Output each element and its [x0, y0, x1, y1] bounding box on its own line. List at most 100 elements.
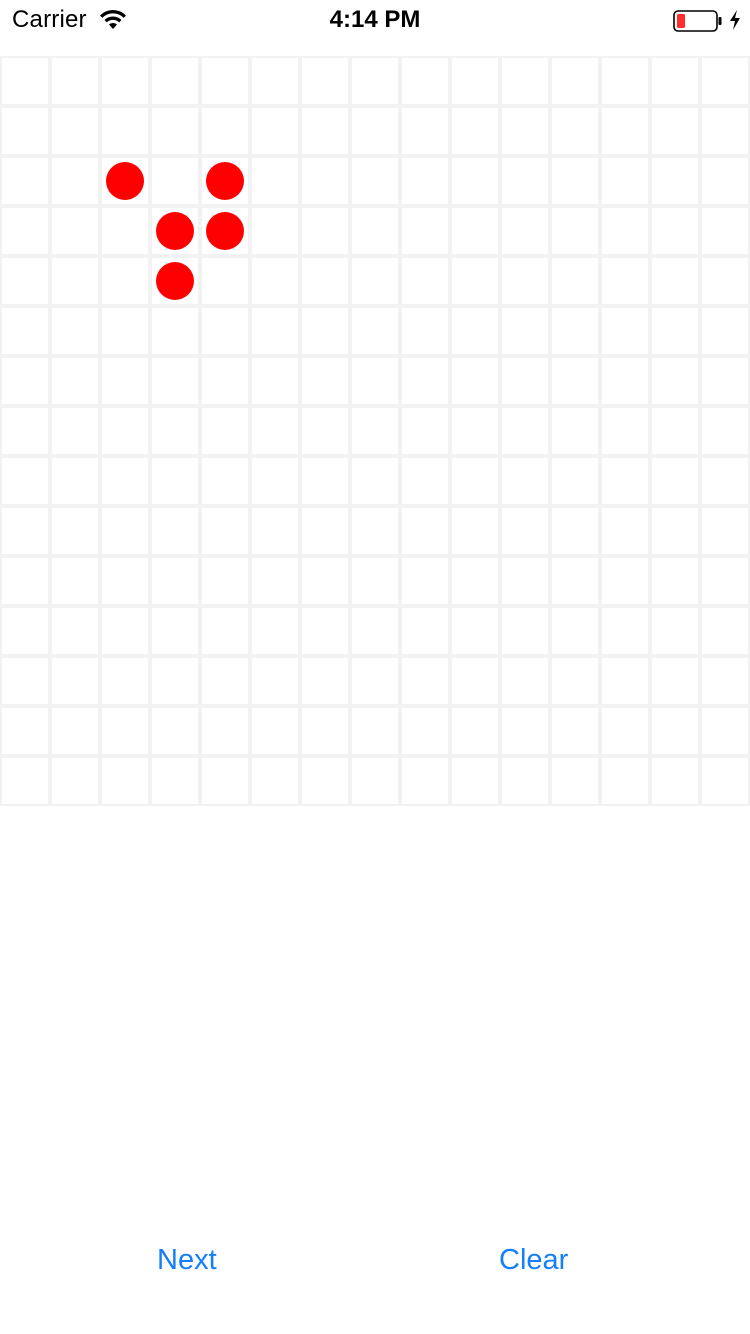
board-cell[interactable]: [700, 306, 750, 356]
board-cell[interactable]: [500, 556, 550, 606]
board-cell[interactable]: [200, 106, 250, 156]
board-cell[interactable]: [450, 106, 500, 156]
board-cell[interactable]: [500, 306, 550, 356]
board-cell[interactable]: [250, 756, 300, 806]
board-cell[interactable]: [450, 306, 500, 356]
board-cell[interactable]: [450, 456, 500, 506]
board-cell[interactable]: [500, 756, 550, 806]
board-cell[interactable]: [600, 656, 650, 706]
board-cell[interactable]: [700, 506, 750, 556]
board-cell[interactable]: [0, 56, 50, 106]
board-cell[interactable]: [50, 456, 100, 506]
board-cell[interactable]: [50, 506, 100, 556]
board-cell[interactable]: [100, 306, 150, 356]
board-cell[interactable]: [500, 456, 550, 506]
board-cell[interactable]: [450, 656, 500, 706]
board-cell[interactable]: [400, 506, 450, 556]
board-cell[interactable]: [350, 106, 400, 156]
board-cell[interactable]: [150, 356, 200, 406]
board-cell[interactable]: [0, 456, 50, 506]
board-cell[interactable]: [150, 106, 200, 156]
board-cell[interactable]: [100, 456, 150, 506]
board-cell[interactable]: [300, 56, 350, 106]
board-cell[interactable]: [250, 156, 300, 206]
board-cell[interactable]: [0, 556, 50, 606]
board-cell[interactable]: [450, 206, 500, 256]
board-cell[interactable]: [650, 606, 700, 656]
board-cell[interactable]: [350, 556, 400, 606]
board-cell[interactable]: [0, 206, 50, 256]
board-cell[interactable]: [350, 506, 400, 556]
board-cell[interactable]: [700, 206, 750, 256]
board-cell[interactable]: [150, 606, 200, 656]
board-cell[interactable]: [500, 106, 550, 156]
board-cell[interactable]: [550, 356, 600, 406]
board-cell[interactable]: [200, 656, 250, 706]
board-cell[interactable]: [300, 556, 350, 606]
board-cell[interactable]: [500, 706, 550, 756]
board-cell[interactable]: [50, 306, 100, 356]
board-cell[interactable]: [650, 56, 700, 106]
board-cell[interactable]: [150, 156, 200, 206]
board-cell[interactable]: [500, 206, 550, 256]
board-cell[interactable]: [100, 356, 150, 406]
board-cell[interactable]: [600, 156, 650, 206]
board-cell[interactable]: [550, 606, 600, 656]
board-cell[interactable]: [450, 406, 500, 456]
board-cell[interactable]: [600, 356, 650, 406]
live-cell-dot[interactable]: [156, 212, 194, 250]
board-cell[interactable]: [200, 456, 250, 506]
board-cell[interactable]: [500, 256, 550, 306]
board-cell[interactable]: [150, 756, 200, 806]
board-cell[interactable]: [0, 656, 50, 706]
board-cell[interactable]: [650, 556, 700, 606]
board-cell[interactable]: [250, 206, 300, 256]
board-cell[interactable]: [600, 756, 650, 806]
board-cell[interactable]: [150, 706, 200, 756]
board-cell[interactable]: [400, 656, 450, 706]
board-cell[interactable]: [650, 306, 700, 356]
board-cell[interactable]: [200, 256, 250, 306]
live-cell-dot[interactable]: [106, 162, 144, 200]
board-cell[interactable]: [150, 456, 200, 506]
board-cell[interactable]: [300, 656, 350, 706]
board-cell[interactable]: [350, 156, 400, 206]
board-cell[interactable]: [450, 356, 500, 406]
board-cell[interactable]: [500, 356, 550, 406]
board-cell[interactable]: [400, 306, 450, 356]
board-cell[interactable]: [50, 156, 100, 206]
board-cell[interactable]: [100, 206, 150, 256]
board-cell[interactable]: [400, 706, 450, 756]
board-cell[interactable]: [400, 606, 450, 656]
board-cell[interactable]: [100, 256, 150, 306]
board-cell[interactable]: [200, 556, 250, 606]
board-cell[interactable]: [650, 256, 700, 306]
board-cell[interactable]: [400, 356, 450, 406]
board-cell[interactable]: [250, 656, 300, 706]
board-cell[interactable]: [50, 406, 100, 456]
board-cell[interactable]: [300, 456, 350, 506]
board-cell[interactable]: [550, 456, 600, 506]
board-cell[interactable]: [450, 706, 500, 756]
board-cell[interactable]: [50, 606, 100, 656]
board-cell[interactable]: [400, 206, 450, 256]
board-cell[interactable]: [350, 56, 400, 106]
board-cell[interactable]: [150, 406, 200, 456]
board-cell[interactable]: [100, 656, 150, 706]
board-cell[interactable]: [650, 456, 700, 506]
board-cell[interactable]: [500, 156, 550, 206]
board-cell[interactable]: [600, 56, 650, 106]
board-cell[interactable]: [600, 456, 650, 506]
board-cell[interactable]: [100, 556, 150, 606]
board-cell[interactable]: [300, 306, 350, 356]
board-cell[interactable]: [450, 756, 500, 806]
board-cell[interactable]: [150, 556, 200, 606]
board-cell[interactable]: [550, 556, 600, 606]
board-cell[interactable]: [550, 656, 600, 706]
board-cell[interactable]: [400, 456, 450, 506]
board-cell[interactable]: [500, 506, 550, 556]
board-cell[interactable]: [250, 556, 300, 606]
board-cell[interactable]: [550, 506, 600, 556]
board-cell[interactable]: [350, 756, 400, 806]
board-cell[interactable]: [550, 106, 600, 156]
